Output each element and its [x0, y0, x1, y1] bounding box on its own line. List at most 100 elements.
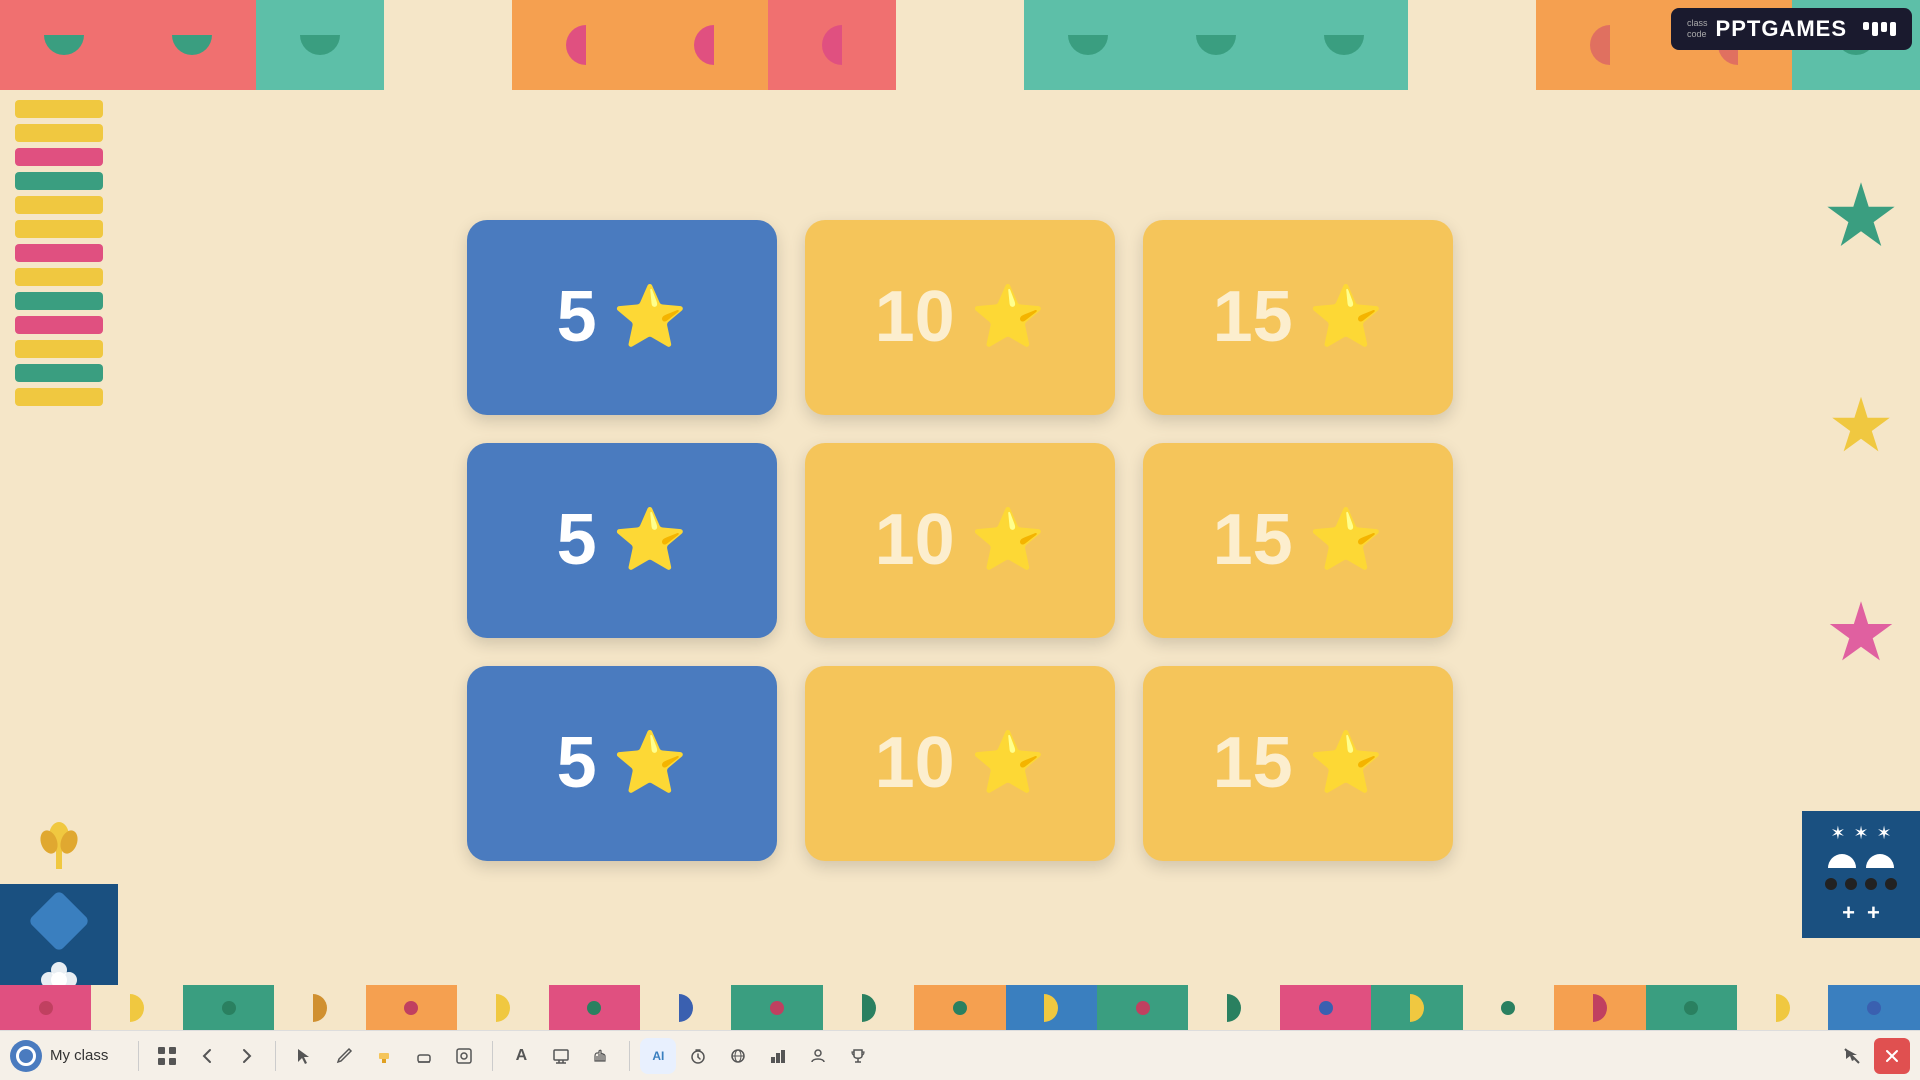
- bot-seg-16: [1371, 985, 1462, 1030]
- star-icon-r1c1: ⭐: [613, 287, 688, 347]
- logo-grid-icon: [1863, 22, 1896, 36]
- deco-shape: [1196, 35, 1236, 55]
- bot-seg-11: [914, 985, 1005, 1030]
- stripe: [15, 148, 103, 166]
- logo-bar-2: [1872, 22, 1878, 36]
- stripe: [15, 388, 103, 406]
- bot-seg-10: [823, 985, 914, 1030]
- deco-shape: [1324, 35, 1364, 55]
- grid-icon: [157, 1046, 177, 1066]
- stripe: [15, 316, 103, 334]
- logo-subtitle-line1: class: [1687, 18, 1708, 29]
- hc-white-2: [1866, 854, 1894, 868]
- bot-deco: [1867, 1001, 1881, 1015]
- highlighter-icon: [375, 1047, 393, 1065]
- logo-subtitle-line2: code: [1687, 29, 1708, 40]
- nav-dot-4[interactable]: [1885, 878, 1897, 890]
- toolbar-shape-button[interactable]: [446, 1038, 482, 1074]
- toolbar-globe-button[interactable]: [720, 1038, 756, 1074]
- nav-dot-2[interactable]: [1845, 878, 1857, 890]
- bot-seg-19: [1646, 985, 1737, 1030]
- whiteboard-icon: [552, 1047, 570, 1065]
- toolbar-ai-button[interactable]: AI: [640, 1038, 676, 1074]
- toolbar-highlighter-button[interactable]: [366, 1038, 402, 1074]
- bot-seg-4: [274, 985, 365, 1030]
- nav-plus-right[interactable]: +: [1867, 900, 1880, 926]
- star-icon-r3c1: ⭐: [613, 733, 688, 793]
- bot-seg-7: [549, 985, 640, 1030]
- user-icon: [809, 1047, 827, 1065]
- bot-seg-3: [183, 985, 274, 1030]
- card-value-r1c1: 5: [557, 281, 597, 353]
- top-seg-3: [256, 0, 384, 90]
- toolbar-close-button[interactable]: [1874, 1038, 1910, 1074]
- eraser-icon: [415, 1047, 433, 1065]
- card-r3c1[interactable]: 5 ⭐: [467, 666, 777, 861]
- top-seg-6: [640, 0, 768, 90]
- bot-deco: [679, 994, 693, 1022]
- toolbar-right: [1834, 1038, 1910, 1074]
- bot-seg-15: [1280, 985, 1371, 1030]
- nav-dot-1[interactable]: [1825, 878, 1837, 890]
- toolbar-trophy-button[interactable]: [840, 1038, 876, 1074]
- bottom-banner: [0, 985, 1920, 1030]
- toolbar-cursor-button[interactable]: [286, 1038, 322, 1074]
- starburst-yellow-icon: [1831, 397, 1891, 457]
- logo-text-group: class code: [1687, 18, 1708, 40]
- starburst-pink-icon: [1829, 601, 1894, 666]
- star-icon-r3c3: ⭐: [1309, 733, 1384, 793]
- stripe: [15, 364, 103, 382]
- bot-deco: [1044, 994, 1058, 1022]
- stripe: [15, 196, 103, 214]
- ai-icon: AI: [652, 1049, 664, 1063]
- star-icon-r2c1: ⭐: [613, 510, 688, 570]
- toolbar-logo[interactable]: [10, 1040, 42, 1072]
- symbol-row-1: ✶ ✶ ✶: [1830, 823, 1891, 844]
- bot-seg-2: [91, 985, 182, 1030]
- card-r1c2[interactable]: 10 ⭐: [805, 220, 1115, 415]
- deco-shape: [1590, 25, 1610, 65]
- toolbar-chart-button[interactable]: [760, 1038, 796, 1074]
- card-r2c1[interactable]: 5 ⭐: [467, 443, 777, 638]
- star-icon-r1c3: ⭐: [1309, 287, 1384, 347]
- stripe: [15, 100, 103, 118]
- bot-seg-6: [457, 985, 548, 1030]
- top-seg-9: [1024, 0, 1152, 90]
- stripe: [15, 244, 103, 262]
- star-icon-r2c3: ⭐: [1309, 510, 1384, 570]
- card-r3c3[interactable]: 15 ⭐: [1143, 666, 1453, 861]
- card-r2c2[interactable]: 10 ⭐: [805, 443, 1115, 638]
- toolbar-user-button[interactable]: [800, 1038, 836, 1074]
- toolbar-whiteboard-button[interactable]: [543, 1038, 579, 1074]
- logo-bar-1: [1863, 22, 1869, 30]
- top-seg-2: [128, 0, 256, 90]
- stripe: [15, 172, 103, 190]
- card-value-r1c3: 15: [1213, 281, 1293, 353]
- left-stripes: [0, 90, 118, 814]
- card-r2c3[interactable]: 15 ⭐: [1143, 443, 1453, 638]
- toolbar-grid-button[interactable]: [149, 1038, 185, 1074]
- toolbar-pen-button[interactable]: [326, 1038, 362, 1074]
- toolbar-hand-button[interactable]: [583, 1038, 619, 1074]
- toolbar-text-button[interactable]: A: [503, 1038, 539, 1074]
- sym-2: ✶: [1853, 823, 1868, 844]
- pptgames-logo: class code PPTGAMES: [1671, 8, 1912, 50]
- toolbar-timer-button[interactable]: [680, 1038, 716, 1074]
- card-r3c2[interactable]: 10 ⭐: [805, 666, 1115, 861]
- toolbar-back-button[interactable]: [189, 1038, 225, 1074]
- toolbar-forward-button[interactable]: [229, 1038, 265, 1074]
- bot-deco: [1136, 1001, 1150, 1015]
- nav-dot-3[interactable]: [1865, 878, 1877, 890]
- toolbar-divider-3: [492, 1041, 493, 1071]
- card-value-r3c2: 10: [875, 727, 955, 799]
- pen-icon: [335, 1047, 353, 1065]
- toolbar-logo-inner: [16, 1046, 36, 1066]
- text-icon: A: [516, 1047, 528, 1065]
- toolbar-hide-pointer-button[interactable]: [1834, 1038, 1870, 1074]
- nav-plus-left[interactable]: +: [1842, 900, 1855, 926]
- top-seg-12: [1408, 0, 1536, 90]
- bot-deco: [496, 994, 510, 1022]
- card-r1c3[interactable]: 15 ⭐: [1143, 220, 1453, 415]
- toolbar-eraser-button[interactable]: [406, 1038, 442, 1074]
- card-r1c1[interactable]: 5 ⭐: [467, 220, 777, 415]
